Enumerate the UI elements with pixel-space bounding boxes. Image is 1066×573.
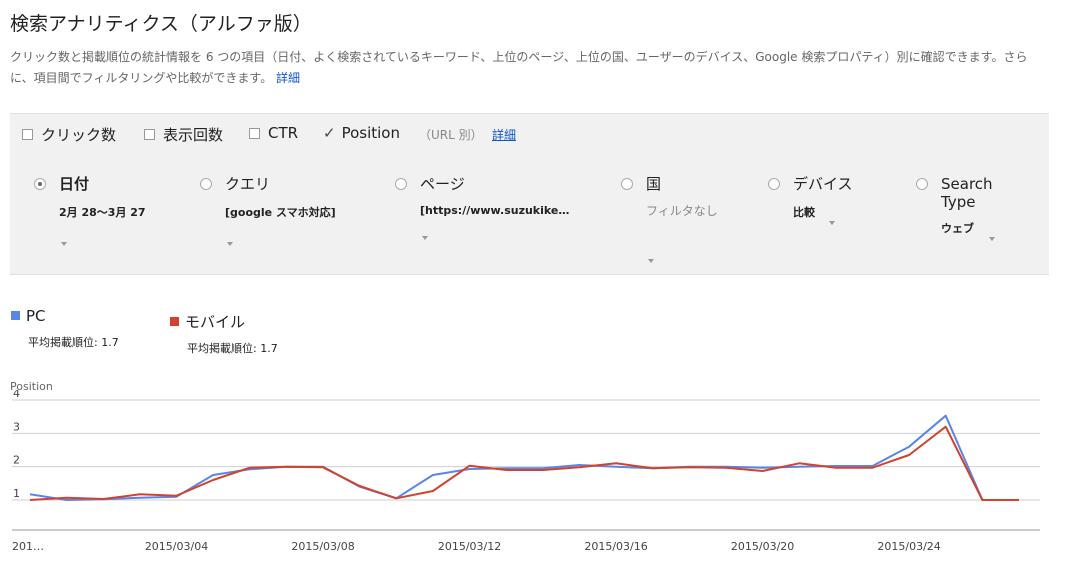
y-tick-label: 3: [13, 420, 20, 433]
metrics-details-link[interactable]: 詳細: [492, 126, 516, 143]
dimension-device-value[interactable]: 比較: [793, 204, 815, 220]
metrics-bar: クリック数 表示回数 CTR ✓ Position （URL 別） 詳細: [10, 113, 1049, 156]
dimension-query-value[interactable]: [google スマホ対応]: [225, 204, 336, 220]
x-tick-label: 201…: [12, 540, 44, 553]
radio-icon[interactable]: [395, 178, 407, 190]
chevron-down-icon[interactable]: [989, 226, 995, 245]
dimension-search-type-value[interactable]: ウェブ: [941, 220, 974, 236]
dimensions-panel: 日付 2月 28〜3月 27 クエリ [google スマホ対応] ページ [h…: [10, 155, 1049, 275]
legend-mobile-average: 平均掲載順位: 1.7: [187, 342, 278, 355]
legend-mobile-swatch: [170, 317, 179, 326]
legend-pc[interactable]: PC: [11, 307, 46, 325]
checkmark-icon[interactable]: ✓: [323, 124, 336, 142]
dimension-search-type-label: Search Type: [941, 175, 993, 211]
series-line-pc[interactable]: [29, 414, 1019, 501]
chevron-down-icon[interactable]: [61, 231, 67, 250]
chevron-down-icon[interactable]: [227, 231, 233, 250]
chevron-down-icon[interactable]: [648, 248, 654, 267]
metric-ctr-label: CTR: [268, 124, 299, 142]
legend-pc-average: 平均掲載順位: 1.7: [28, 336, 119, 349]
page-title: 検索アナリティクス（アルファ版）: [10, 13, 312, 35]
x-tick-label: 2015/03/04: [145, 540, 208, 553]
position-chart: 1234 201… 2015/03/04 2015/03/08 2015/03/12 2…: [12, 390, 1040, 553]
metric-impressions[interactable]: 表示回数: [144, 124, 223, 145]
y-tick-label: 1: [13, 487, 20, 500]
dimension-device-label: デバイス: [793, 175, 853, 193]
metric-clicks[interactable]: クリック数: [22, 124, 116, 145]
metric-ctr[interactable]: CTR: [249, 124, 298, 142]
radio-selected-icon[interactable]: [34, 178, 46, 190]
url-note: （URL 別）: [419, 128, 483, 142]
checkbox-icon[interactable]: [22, 129, 33, 140]
radio-icon[interactable]: [768, 178, 780, 190]
chevron-down-icon[interactable]: [829, 210, 835, 229]
radio-icon[interactable]: [621, 178, 633, 190]
dimension-date-value[interactable]: 2月 28〜3月 27: [59, 204, 146, 220]
checkbox-icon[interactable]: [144, 129, 155, 140]
x-tick-label: 2015/03/08: [291, 540, 354, 553]
x-axis-labels: 201… 2015/03/04 2015/03/08 2015/03/12 2015/0…: [12, 540, 941, 553]
dimension-query-label: クエリ: [225, 175, 271, 193]
legend-pc-label: PC: [26, 307, 46, 325]
dimension-page-value[interactable]: [https://www.suzukike…: [420, 204, 569, 217]
radio-icon[interactable]: [200, 178, 212, 190]
y-tick-label: 2: [13, 454, 20, 467]
legend-mobile[interactable]: モバイル: [170, 311, 245, 332]
metric-clicks-label: クリック数: [41, 126, 117, 144]
series-line-mobile[interactable]: [29, 425, 1019, 501]
legend-pc-swatch: [11, 311, 20, 320]
checkbox-icon[interactable]: [249, 127, 260, 139]
dimension-country-value[interactable]: フィルタなし: [646, 201, 718, 221]
x-tick-label: 2015/03/20: [731, 540, 794, 553]
dimension-page-label: ページ: [420, 175, 465, 193]
page-description: クリック数と掲載順位の統計情報を 6 つの項目（日付、よく検索されているキーワー…: [10, 47, 1050, 89]
details-link[interactable]: 詳細: [276, 71, 300, 85]
description-text: クリック数と掲載順位の統計情報を 6 つの項目（日付、よく検索されているキーワー…: [10, 50, 1028, 85]
legend-mobile-label: モバイル: [185, 313, 246, 331]
y-tick-label: 4: [13, 390, 20, 400]
dimension-country-label: 国: [646, 175, 662, 193]
x-tick-label: 2015/03/12: [438, 540, 501, 553]
chevron-down-icon[interactable]: [422, 225, 428, 244]
metric-position[interactable]: ✓ Position: [323, 124, 400, 142]
x-tick-label: 2015/03/16: [584, 540, 647, 553]
metric-impressions-label: 表示回数: [163, 126, 224, 144]
x-tick-label: 2015/03/24: [877, 540, 940, 553]
metric-position-label: Position: [341, 124, 400, 142]
radio-icon[interactable]: [916, 178, 928, 190]
dimension-date-label: 日付: [59, 175, 90, 193]
chart-series: [29, 414, 1019, 501]
